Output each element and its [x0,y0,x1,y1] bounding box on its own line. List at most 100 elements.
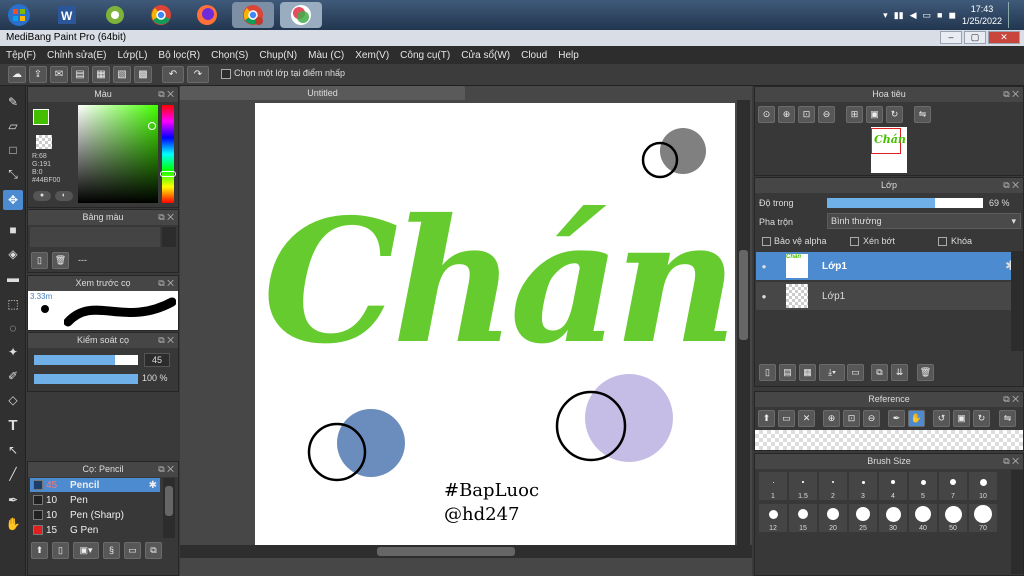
eyedropper-tool-icon[interactable]: ✒ [3,490,23,510]
select-pen-tool-icon[interactable]: ✐ [3,366,23,386]
hand-tool-icon[interactable]: ✋ [3,514,23,534]
select-eraser-tool-icon[interactable]: ◇ [3,390,23,410]
menu-snap[interactable]: Chụp(N) [259,50,297,61]
brush-script-icon[interactable]: § [103,542,120,559]
nav-rotate-icon[interactable]: ↻ [886,106,903,123]
brush-folder-icon[interactable]: ▭ [124,542,141,559]
menu-layer[interactable]: Lớp(L) [118,50,148,61]
panel-popout-icon[interactable]: ⧉ ✕ [158,210,174,225]
cloud-icon[interactable]: ☁ [8,66,26,83]
menu-view[interactable]: Xem(V) [355,50,389,61]
magic-wand-tool-icon[interactable]: ✦ [3,342,23,362]
brush-size-cell[interactable]: 20 [819,504,847,532]
brush-size-slider[interactable] [34,355,138,365]
brush-size-cell[interactable]: 30 [879,504,907,532]
brush-size-scrollbar[interactable] [1011,470,1023,574]
ref-rotate-icon[interactable]: ↻ [973,410,990,427]
ref-hand-icon[interactable]: ✋ [908,410,925,427]
hue-slider[interactable] [162,105,174,203]
dot-tool-icon[interactable]: □ [3,140,23,160]
greenshot-icon[interactable] [102,2,128,28]
brush-size-cell[interactable]: 1 [759,472,787,500]
brush-size-cell[interactable]: 4 [879,472,907,500]
menu-tools[interactable]: Công cụ(T) [400,50,450,61]
menu-color[interactable]: Màu (C) [308,50,344,61]
panel-popout-icon[interactable]: ⧉ ✕ [1003,454,1019,469]
operation-tool-icon[interactable]: ↖ [3,440,23,460]
nav-actual-size-icon[interactable]: ⊞ [846,106,863,123]
gradient-tool-icon[interactable]: ▬ [3,268,23,288]
ref-fit-icon[interactable]: ⊡ [843,410,860,427]
color-add-icon[interactable]: ● [33,191,51,201]
firefox-icon[interactable] [194,2,220,28]
ref-fit-window-icon[interactable]: ▣ [953,410,970,427]
show-hidden-icon[interactable]: ▾ [883,10,888,21]
panel-popout-icon[interactable]: ⧉ ✕ [1003,178,1019,193]
chrome-icon[interactable] [148,2,174,28]
brush-size-cell[interactable]: 5 [909,472,937,500]
nav-zoom-out-icon[interactable]: ⊖ [818,106,835,123]
ref-open-icon[interactable]: ▭ [778,410,795,427]
nav-zoom-icon[interactable]: ⊙ [758,106,775,123]
windows-start-icon[interactable] [6,2,32,28]
brush-size-cell[interactable]: 3 [849,472,877,500]
primary-color-swatch[interactable] [33,109,49,125]
select-rect-tool-icon[interactable]: ⬚ [3,294,23,314]
lasso-tool-icon[interactable]: ◌ [3,318,23,338]
brush-size-cell[interactable]: 2 [819,472,847,500]
brush-item-g-pen[interactable]: 15 G Pen [30,523,160,537]
comment-icon[interactable]: ✉ [50,66,68,83]
layer-delete-icon[interactable]: 🗑 [917,364,934,381]
nav-zoom-in-icon[interactable]: ⊕ [778,106,795,123]
brush-size-cell[interactable]: 25 [849,504,877,532]
lock-checkbox[interactable] [938,237,947,246]
layer-row-selected[interactable]: ● Chán Lớp1 ✱ [756,252,1022,280]
protect-alpha-checkbox[interactable] [762,237,771,246]
vertical-scroll-thumb[interactable] [739,250,748,340]
brush-size-cell[interactable]: 1.5 [789,472,817,500]
brush-item-pencil[interactable]: 45 Pencil ✱ [30,478,160,492]
ref-rotate-left-icon[interactable]: ↺ [933,410,950,427]
maximize-button[interactable]: ▢ [964,31,986,44]
brush-opacity-slider[interactable] [34,374,138,384]
layer-visibility-icon[interactable]: ● [756,292,772,301]
menu-help[interactable]: Help [558,50,579,61]
save-icon[interactable]: ▤ [71,66,89,83]
menu-cloud[interactable]: Cloud [521,50,547,61]
color-eyedrop-icon[interactable]: ◐ [55,191,73,201]
ref-close-icon[interactable]: ✕ [798,410,815,427]
ref-zoom-icon[interactable]: ⊕ [823,410,840,427]
layer-opacity-slider[interactable] [827,198,983,208]
divide-tool-icon[interactable]: ╱ [3,464,23,484]
panel-popout-icon[interactable]: ⧉ ✕ [158,276,174,291]
brush-tool-icon[interactable]: ✎ [3,92,23,112]
show-desktop-button[interactable] [1008,2,1016,28]
ref-zoom-out-icon[interactable]: ⊖ [863,410,880,427]
panel-popout-icon[interactable]: ⧉ ✕ [158,87,174,102]
layer-duplicate-icon[interactable]: ⧉ [871,364,888,381]
brush-size-cell[interactable]: 15 [789,504,817,532]
ref-upload-icon[interactable]: ⬆ [758,410,775,427]
tray-app-icon[interactable]: ■ [937,10,942,20]
panel-popout-icon[interactable]: ⧉ ✕ [158,333,174,348]
network-icon[interactable]: ▮▮ [894,10,904,21]
fill-rect-tool-icon[interactable]: ■ [3,220,23,240]
drawing-canvas[interactable]: Chán #BapLuoc @hd247 [255,103,738,545]
brush-size-cell[interactable]: 12 [759,504,787,532]
nav-flip-icon[interactable]: ⇋ [914,106,931,123]
navigator-thumbnail[interactable]: Chán [871,127,907,173]
clock[interactable]: 17:43 1/25/2022 [962,3,1002,27]
layer-new-8bit-icon[interactable]: ▦ [799,364,816,381]
share-icon[interactable]: ⇪ [29,66,47,83]
reference-image-area[interactable] [755,430,1023,450]
nav-fit-icon[interactable]: ⊡ [798,106,815,123]
palette-delete-icon[interactable]: 🗑 [52,252,69,269]
snap-tool-icon[interactable]: ⤡ [3,164,23,184]
volume-icon[interactable]: ◀ [910,10,917,21]
palette-scrollbar[interactable] [162,227,176,247]
brush-size-cell[interactable]: 7 [939,472,967,500]
horizontal-scroll-thumb[interactable] [377,547,515,556]
word-icon[interactable]: W [54,2,80,28]
menu-select[interactable]: Chọn(S) [211,50,248,61]
menu-window[interactable]: Cửa sổ(W) [461,50,510,61]
